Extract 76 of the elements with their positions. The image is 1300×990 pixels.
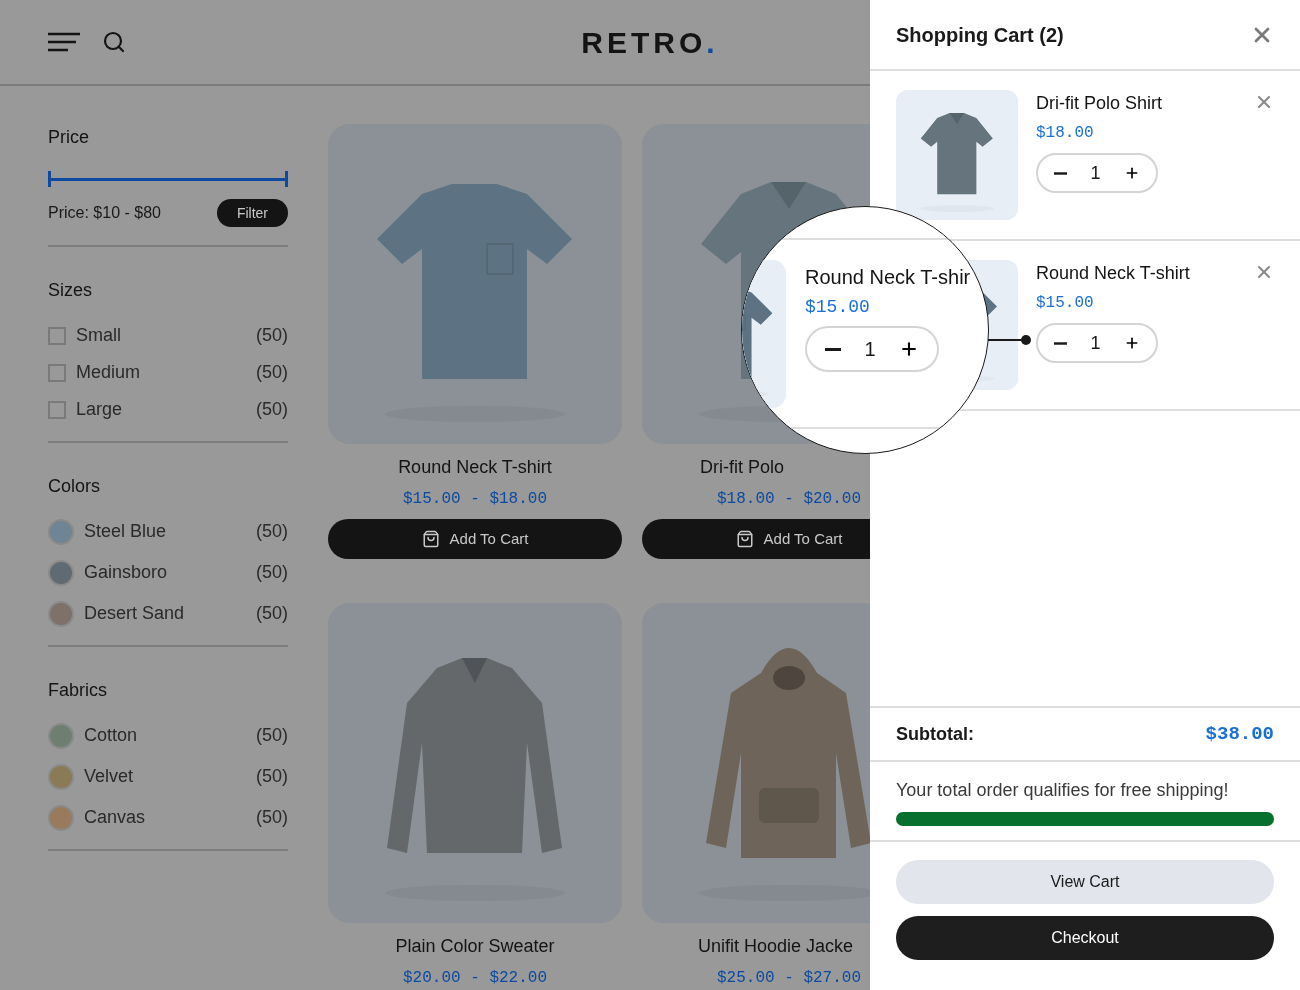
option-count: (50) (256, 602, 288, 625)
plus-icon (899, 339, 919, 359)
product-price: $15.00 - $18.00 (402, 489, 548, 510)
option-count: (50) (256, 561, 288, 584)
option-count: (50) (256, 520, 288, 543)
cart-item-name[interactable]: Dri-fit Polo Shirt (1036, 90, 1163, 117)
add-to-cart-button[interactable]: Add To Cart (328, 519, 622, 559)
slider-handle[interactable] (285, 171, 288, 187)
cart-title: Shopping Cart (2) (896, 22, 1064, 48)
search-button[interactable] (102, 30, 126, 54)
price-range: Price: $10 - $80 (48, 203, 161, 223)
quantity-value[interactable]: 1 (1090, 159, 1101, 187)
filter-option[interactable]: Velvet (84, 763, 134, 790)
search-icon (102, 30, 126, 54)
filter-button[interactable]: Filter (216, 199, 288, 227)
bag-icon (735, 530, 754, 548)
color-swatch[interactable] (48, 763, 74, 790)
subtotal-label: Subtotal: (896, 722, 974, 746)
minus-icon (1054, 171, 1067, 175)
color-swatch[interactable] (48, 559, 74, 586)
option-count: (50) (256, 361, 288, 384)
color-swatch[interactable] (48, 804, 74, 831)
increase-button[interactable] (1124, 335, 1140, 351)
product-price: $20.00 - $22.00 (402, 968, 548, 989)
filter-option[interactable]: Large (76, 396, 123, 423)
view-cart-button[interactable]: View Cart (896, 860, 1274, 904)
color-swatch[interactable] (48, 722, 74, 749)
filter-title: Fabrics (48, 679, 108, 702)
menu-icon (48, 32, 80, 52)
product-name[interactable]: Unifit Hoodie Jacke (698, 937, 854, 955)
minus-icon (1054, 341, 1067, 345)
menu-button[interactable] (48, 32, 80, 52)
slider-handle[interactable] (48, 171, 51, 187)
plus-icon (1124, 335, 1140, 351)
option-count: (50) (256, 806, 288, 829)
filter-title: Sizes (48, 279, 93, 302)
color-swatch[interactable] (48, 600, 74, 627)
checkbox[interactable] (48, 400, 66, 419)
increase-button[interactable] (899, 339, 919, 359)
filter-option[interactable]: Cotton (84, 722, 138, 749)
cart-item-price: $15.00 (1036, 293, 1095, 314)
filter-option[interactable]: Gainsboro (84, 559, 168, 586)
filter-title: Colors (48, 475, 101, 498)
filter-option[interactable]: Steel Blue (84, 518, 167, 545)
plus-icon (1124, 165, 1140, 181)
filter-option[interactable]: Small (76, 322, 121, 349)
decrease-button[interactable] (1054, 171, 1067, 175)
subtotal-amount: $38.00 (1205, 721, 1274, 747)
product-price: $25.00 - $27.00 (716, 968, 862, 989)
filter-option[interactable]: Desert Sand (84, 600, 185, 627)
product-name[interactable]: Plain Color Sweater (395, 937, 555, 955)
product-name[interactable]: Round Neck T-shirt (398, 458, 552, 476)
filter-title: Price (48, 126, 90, 149)
color-swatch[interactable] (48, 518, 74, 545)
option-count: (50) (256, 324, 288, 347)
decrease-button[interactable] (1054, 341, 1067, 345)
cart-item-name[interactable]: Round Neck T-shirt (1036, 260, 1190, 287)
price-slider[interactable] (48, 171, 288, 187)
filter-option[interactable]: Canvas (84, 804, 146, 831)
filter-option[interactable]: Medium (76, 359, 141, 386)
option-count: (50) (256, 398, 288, 421)
checkout-button[interactable]: Checkout (896, 916, 1274, 960)
checkbox[interactable] (48, 363, 66, 382)
option-count: (50) (256, 724, 288, 747)
product-name[interactable]: Dri-fit Polo (700, 458, 784, 476)
logo[interactable]: RETRO (581, 19, 707, 65)
checkbox[interactable] (48, 326, 66, 345)
shipping-message: Your total order qualifies for free shipping! (896, 778, 1230, 802)
bag-icon (421, 530, 440, 548)
cart-item-price: $18.00 (1036, 123, 1095, 144)
increase-button[interactable] (1124, 165, 1140, 181)
quantity-value[interactable]: 1 (1090, 329, 1101, 357)
product-price: $18.00 - $20.00 (716, 489, 862, 510)
logo-dot: . (706, 24, 719, 61)
option-count: (50) (256, 765, 288, 788)
add-to-cart-button[interactable]: Add To Cart (642, 519, 870, 559)
